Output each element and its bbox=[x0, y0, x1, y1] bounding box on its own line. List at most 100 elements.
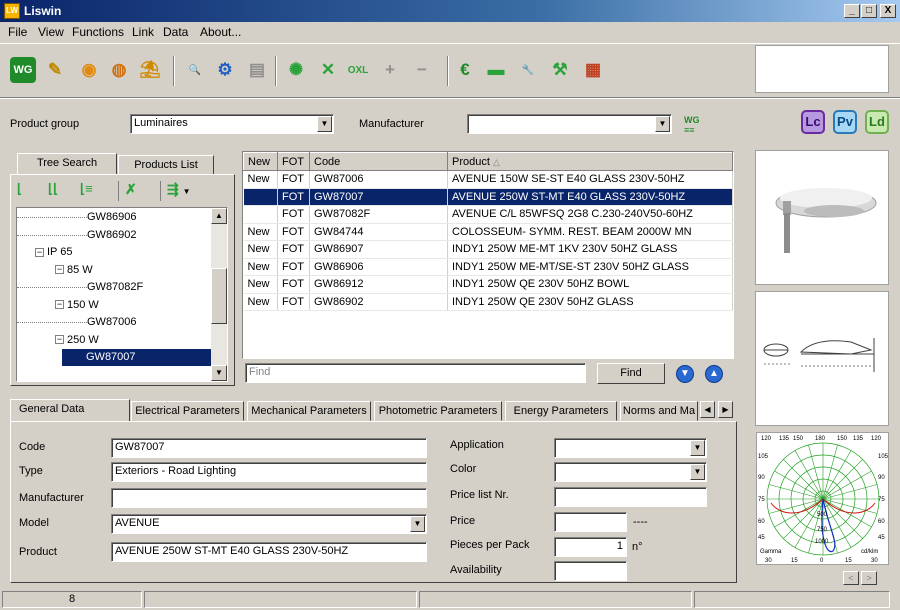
wrench-icon[interactable]: 🔧 bbox=[515, 57, 541, 83]
money-icon[interactable]: ▬ bbox=[483, 57, 509, 83]
maximize-button[interactable]: □ bbox=[861, 4, 877, 18]
diagram-prev-button[interactable]: < bbox=[843, 571, 859, 585]
tree-level3-icon[interactable]: ⌊≡ bbox=[80, 181, 100, 197]
collapse-icon[interactable]: − bbox=[55, 335, 64, 345]
tree-node[interactable]: − IP 65 bbox=[17, 244, 211, 261]
tabs-scroll-left-icon[interactable]: ◀ bbox=[700, 401, 715, 418]
abacus-icon[interactable]: ▦ bbox=[580, 57, 606, 83]
tab-general-data[interactable]: General Data bbox=[10, 399, 130, 422]
collapse-icon[interactable]: − bbox=[55, 265, 64, 275]
plus-list-icon[interactable]: + bbox=[377, 57, 403, 83]
tab-energy-parameters[interactable]: Energy Parameters bbox=[505, 401, 617, 421]
pieces-per-pack-field[interactable]: 1 bbox=[554, 537, 627, 557]
model-select[interactable]: AVENUE ▼ bbox=[111, 514, 427, 534]
tab-mechanical-parameters[interactable]: Mechanical Parameters bbox=[247, 401, 371, 421]
menu-data[interactable]: Data bbox=[163, 25, 188, 39]
menu-link[interactable]: Link bbox=[132, 25, 154, 39]
tree-node[interactable]: GW86902 bbox=[17, 227, 211, 244]
wand-icon[interactable]: ✎ bbox=[42, 57, 68, 83]
document-icon[interactable]: ▤ bbox=[244, 57, 270, 83]
menu-about[interactable]: About... bbox=[200, 25, 241, 39]
price-field[interactable] bbox=[554, 512, 627, 532]
column-header-new[interactable]: New bbox=[243, 152, 278, 171]
diagram-next-button[interactable]: > bbox=[861, 571, 877, 585]
tree-node[interactable]: GW87007 bbox=[62, 349, 211, 366]
product-field[interactable]: AVENUE 250W ST-MT E40 GLASS 230V-50HZ bbox=[111, 542, 427, 562]
tree-node[interactable]: −85 W bbox=[17, 262, 211, 279]
products-grid[interactable]: New FOT Code Product △ New FOT GW87006 AVEN… bbox=[242, 151, 734, 359]
table-row[interactable]: New FOT GW84744 COLOSSEUM- SYMM. REST. BEAM… bbox=[243, 223, 733, 241]
availability-field[interactable] bbox=[554, 561, 627, 581]
scroll-down-icon[interactable]: ▼ bbox=[211, 365, 227, 381]
chevron-down-icon[interactable]: ▼ bbox=[317, 116, 332, 132]
tree-node[interactable]: GW87006 bbox=[17, 314, 211, 331]
scroll-up-icon[interactable]: ▲ bbox=[211, 208, 227, 224]
ld-badge[interactable]: Ld bbox=[865, 110, 889, 134]
minus-list-icon[interactable]: − bbox=[409, 57, 435, 83]
product-tree[interactable]: GW86906 GW86902− IP 65−85 W GW87082F −150 WG… bbox=[16, 207, 228, 382]
euro-icon[interactable]: € bbox=[452, 57, 478, 83]
arrow-up-icon[interactable]: ▲ bbox=[705, 365, 723, 383]
wg-list-icon[interactable]: WG ≡≡ bbox=[684, 115, 708, 137]
color-select[interactable]: ▼ bbox=[554, 462, 707, 482]
gear-list-icon[interactable]: ✺ bbox=[283, 57, 309, 83]
search-icon[interactable]: 🔍 bbox=[182, 57, 208, 83]
menu-file[interactable]: File bbox=[8, 25, 27, 39]
collapse-icon[interactable]: − bbox=[35, 247, 44, 257]
globe-search-icon[interactable]: ◍ bbox=[106, 57, 132, 83]
tree-collapse-icon[interactable]: ✗ bbox=[118, 181, 146, 201]
tab-tree-search[interactable]: Tree Search bbox=[17, 153, 117, 175]
price-list-field[interactable] bbox=[554, 487, 707, 507]
column-header-product[interactable]: Product △ bbox=[447, 152, 733, 171]
tree-node[interactable]: −250 W bbox=[17, 332, 211, 349]
tree-node[interactable]: GW87082F bbox=[17, 279, 211, 296]
minimize-button[interactable]: _ bbox=[844, 4, 860, 18]
tab-products-list[interactable]: Products List bbox=[118, 155, 214, 175]
collapse-icon[interactable]: − bbox=[55, 300, 64, 310]
application-select[interactable]: ▼ bbox=[554, 438, 707, 458]
pv-badge[interactable]: Pv bbox=[833, 110, 857, 134]
arrow-down-icon[interactable]: ▼ bbox=[676, 365, 694, 383]
manufacturer-field[interactable] bbox=[111, 488, 427, 508]
column-header-code[interactable]: Code bbox=[309, 152, 448, 171]
globe-icon[interactable]: ◉ bbox=[76, 57, 102, 83]
manufacturer-select[interactable]: ▼ bbox=[467, 114, 672, 134]
tree-node[interactable]: GW86906 bbox=[17, 209, 211, 226]
tab-electrical-parameters[interactable]: Electrical Parameters bbox=[131, 401, 244, 421]
menu-view[interactable]: View bbox=[38, 25, 64, 39]
table-row[interactable]: New FOT GW87006 AVENUE 150W SE-ST E40 GLASS… bbox=[243, 170, 733, 189]
table-row[interactable]: New FOT GW86906 INDY1 250W ME-MT/SE-ST 230V… bbox=[243, 258, 733, 276]
cross-list-icon[interactable]: ✕ bbox=[315, 57, 341, 83]
column-header-fot[interactable]: FOT bbox=[277, 152, 310, 171]
close-button[interactable]: X bbox=[880, 4, 896, 18]
chevron-down-icon[interactable]: ▼ bbox=[655, 116, 670, 132]
tree-scrollbar[interactable]: ▲ ▼ bbox=[211, 208, 227, 381]
table-row[interactable]: FOT GW87007 AVENUE 250W ST-MT E40 GLASS 23… bbox=[243, 188, 733, 206]
menu-functions[interactable]: Functions bbox=[72, 25, 124, 39]
tree-level2-icon[interactable]: ⌊⌊ bbox=[48, 181, 64, 197]
find-input[interactable]: Find bbox=[245, 363, 586, 383]
table-row[interactable]: New FOT GW86902 INDY1 250W QE 230V 50HZ GLA… bbox=[243, 293, 733, 311]
lc-badge[interactable]: Lc bbox=[801, 110, 825, 134]
tabs-scroll-right-icon[interactable]: ▶ bbox=[718, 401, 733, 418]
oxl-icon[interactable]: OXL bbox=[345, 57, 371, 83]
tree-node[interactable]: −150 W bbox=[17, 297, 211, 314]
chevron-down-icon[interactable]: ▼ bbox=[690, 440, 705, 456]
tab-photometric-parameters[interactable]: Photometric Parameters bbox=[374, 401, 502, 421]
wg-icon[interactable]: WG bbox=[10, 57, 36, 83]
code-field[interactable]: GW87007 bbox=[111, 438, 427, 458]
settings-search-icon[interactable]: ⚙ bbox=[212, 57, 238, 83]
tree-expand-icon[interactable]: ⇶ ▼ bbox=[160, 181, 200, 201]
chevron-down-icon[interactable]: ▼ bbox=[410, 516, 425, 532]
presenter-icon[interactable]: ⛱ bbox=[137, 57, 163, 83]
find-button[interactable]: Find bbox=[597, 363, 665, 384]
table-row[interactable]: New FOT GW86912 INDY1 250W QE 230V 50HZ BOW… bbox=[243, 275, 733, 294]
tab-norms-and-ma[interactable]: Norms and Ma bbox=[620, 401, 698, 421]
chevron-down-icon[interactable]: ▼ bbox=[690, 464, 705, 480]
table-row[interactable]: FOT GW87082F AVENUE C/L 85WFSQ 2G8 C.230-2… bbox=[243, 205, 733, 224]
type-field[interactable]: Exteriors - Road Lighting bbox=[111, 462, 427, 482]
product-group-select[interactable]: Luminaires ▼ bbox=[130, 114, 334, 134]
tools-icon[interactable]: ⚒ bbox=[547, 57, 573, 83]
table-row[interactable]: New FOT GW86907 INDY1 250W ME-MT 1KV 230V 5… bbox=[243, 240, 733, 259]
tree-level1-icon[interactable]: ⌊ bbox=[17, 181, 33, 197]
